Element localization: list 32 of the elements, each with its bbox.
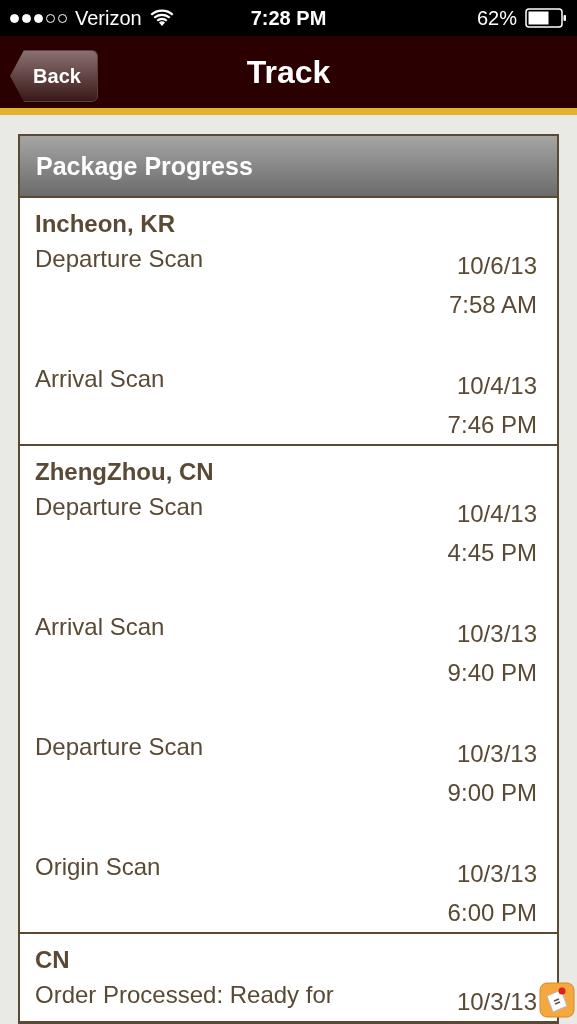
- scan-date: 10/4/13: [455, 499, 537, 529]
- scan-time: 9:40 PM: [447, 658, 537, 688]
- scan-description: Origin Scan: [35, 852, 161, 882]
- wifi-icon: [149, 9, 174, 27]
- scan-time: 9:00 PM: [447, 778, 537, 808]
- note-icon[interactable]: [539, 982, 575, 1018]
- scan-time: 7:46 PM: [447, 410, 537, 440]
- scan-description: Arrival Scan: [35, 364, 165, 394]
- scan-date: 10/3/13: [456, 987, 537, 1017]
- scan-description: Departure Scan: [35, 732, 204, 762]
- battery-percent: 62%: [476, 6, 517, 30]
- scan-time: 6:00 PM: [447, 898, 537, 928]
- panel-title: Package Progress: [20, 136, 557, 198]
- scan-time: 7:58 AM: [448, 290, 537, 320]
- scan-date: 10/6/13: [455, 251, 537, 281]
- scan-time: 4:45 PM: [447, 538, 537, 568]
- scan-description: Arrival Scan: [35, 612, 165, 642]
- scan-date: 10/4/13: [455, 371, 537, 401]
- scan-description: Order Processed: Ready for: [35, 980, 334, 1010]
- scan-description: Departure Scan: [35, 492, 204, 522]
- location-name: CN: [35, 945, 71, 975]
- clock-time: 7:28 PM: [250, 6, 327, 30]
- battery-icon: [525, 8, 567, 28]
- scan-description: Departure Scan: [35, 244, 204, 274]
- location-name: ZhengZhou, CN: [35, 457, 215, 487]
- scan-date: 10/3/13: [455, 619, 537, 649]
- screen-title: Track: [246, 53, 331, 91]
- scan-date: 10/3/13: [455, 859, 537, 889]
- carrier-name: Verizon: [75, 6, 142, 30]
- back-button[interactable]: Back: [10, 50, 98, 102]
- location-name: Incheon, KR: [35, 209, 176, 239]
- scan-date: 10/3/13: [455, 739, 537, 769]
